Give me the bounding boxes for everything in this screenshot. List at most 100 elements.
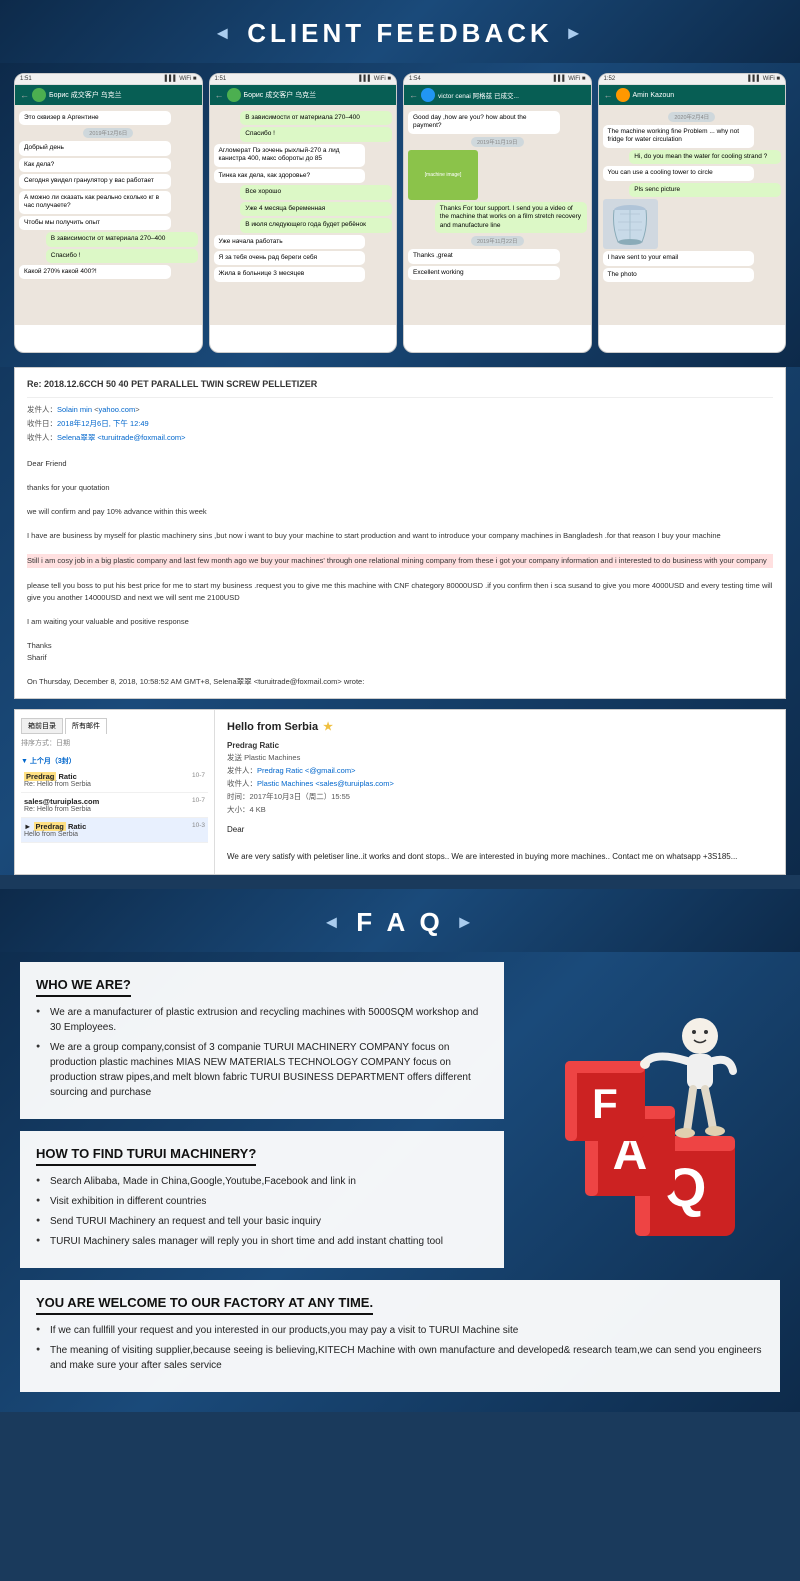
email-sort-label: 排序方式：日期 xyxy=(21,738,208,748)
list-item: Search Alibaba, Made in China,Google,You… xyxy=(36,1174,488,1189)
email-meta-date: 收件日：2018年12月6日, 下午 12:49 xyxy=(27,418,773,429)
status-bar-3: 1:54 ▌▌▌ WiFi ■ xyxy=(404,74,591,85)
phone-screenshots-row: 1:51 ▌▌▌ WiFi ■ ← Борис 成交客户 乌克兰 Это скв… xyxy=(0,63,800,367)
chat-msg: Это сквизер в Аргентине xyxy=(19,111,171,125)
email-list-tabs: 箱前目录 所有邮件 xyxy=(21,718,208,734)
chat-msg: В зависимости от материала 270–400 xyxy=(240,111,392,125)
chat-body-3: Good day ,how are you? how about the pay… xyxy=(404,105,591,325)
chat-msg: Чтобы мы получить опыт xyxy=(19,216,171,230)
faq-header: ◄ F A Q ► xyxy=(0,889,800,952)
tab-inbox[interactable]: 箱前目录 xyxy=(21,718,63,734)
phone-chat-1: 1:51 ▌▌▌ WiFi ■ ← Борис 成交客户 乌克兰 Это скв… xyxy=(14,73,203,353)
phone-chat-2: 1:51 ▌▌▌ WiFi ■ ← Борис 成交客户 乌克兰 В завис… xyxy=(209,73,398,353)
faq-welcome-list: If we can fullfill your request and you … xyxy=(36,1323,764,1373)
client-feedback-section: ◄ CLIENT FEEDBACK ► 1:51 ▌▌▌ WiFi ■ ← Бо… xyxy=(0,0,800,875)
contact-avatar-4 xyxy=(616,88,630,102)
chat-msg: Thanks For tour support. I send you a vi… xyxy=(435,202,587,233)
chat-msg: Спасибо ! xyxy=(240,127,392,141)
contact-avatar-1 xyxy=(32,88,46,102)
email-detail-from-name: Predrag Ratic xyxy=(227,741,773,750)
email-detail-size: 大小：4 KB xyxy=(227,804,773,815)
chat-date: 2019年12月6日 xyxy=(83,128,133,138)
chat-msg: Сегодня увидел гранулятор у вас работает xyxy=(19,174,171,188)
email-from: sales@turuiplas.com xyxy=(24,797,205,806)
chat-msg: Pls senc picture xyxy=(629,183,781,197)
email-date: 10-7 xyxy=(192,772,205,779)
faq-how-to-find: HOW TO FIND TURUI MACHINERY? Search Alib… xyxy=(20,1131,504,1268)
faq-figure: Q A F xyxy=(535,981,765,1261)
chat-msg: Excellent working xyxy=(408,266,560,280)
client-feedback-header: ◄ CLIENT FEEDBACK ► xyxy=(0,0,800,63)
email-1: Re: 2018.12.6CCH 50 40 PET PARALLEL TWIN… xyxy=(14,367,786,699)
chat-msg: Добрый день xyxy=(19,141,171,155)
faq-heading-welcome: YOU ARE WELCOME TO OUR FACTORY AT ANY TI… xyxy=(36,1295,373,1315)
chat-msg: Спасибо ! xyxy=(46,249,198,263)
email-subject-preview: Hello from Serbia xyxy=(24,831,205,838)
chat-msg: Thanks ,great xyxy=(408,249,560,263)
email-detail-subject: Hello from Serbia ★ xyxy=(227,720,773,733)
email-subject: Re: 2018.12.6CCH 50 40 PET PARALLEL TWIN… xyxy=(27,378,773,398)
faq-heading-how: HOW TO FIND TURUI MACHINERY? xyxy=(36,1146,256,1166)
chat-header-2: ← Борис 成交客户 乌克兰 xyxy=(210,85,397,105)
status-bar-1: 1:51 ▌▌▌ WiFi ■ xyxy=(15,74,202,85)
chat-msg: Все хорошо xyxy=(240,185,392,199)
right-chevron-icon: ► xyxy=(565,23,587,44)
status-bar-2: 1:51 ▌▌▌ WiFi ■ xyxy=(210,74,397,85)
star-icon: ★ xyxy=(323,720,333,733)
chat-msg: Good day ,how are you? how about the pay… xyxy=(408,111,560,134)
chat-date: 2019年11月19日 xyxy=(471,137,524,147)
chat-header-1: ← Борис 成交客户 乌克兰 xyxy=(15,85,202,105)
email-detail-from-address: 发件人：Predrag Ratic <@gmail.com> xyxy=(227,765,773,776)
chat-msg: Жила в больнице 3 месяцев xyxy=(214,267,366,281)
email-from: ► Predrag Ratic xyxy=(24,822,205,831)
chat-msg: Уже начала работать xyxy=(214,235,366,249)
email-detail-body: Dear We are very satisfy with peletiser … xyxy=(227,823,773,864)
left-chevron-icon: ◄ xyxy=(213,23,235,44)
chat-image: [machine image] xyxy=(408,150,478,200)
client-feedback-title: CLIENT FEEDBACK xyxy=(247,18,553,49)
contact-avatar-3 xyxy=(421,88,435,102)
faq-who-list: We are a manufacturer of plastic extrusi… xyxy=(36,1005,488,1100)
email-detail-from-title: 发送 Plastic Machines xyxy=(227,752,773,763)
email-body: Dear Friend thanks for your quotation we… xyxy=(27,458,773,688)
faq-text-column: WHO WE ARE? We are a manufacturer of pla… xyxy=(20,962,504,1280)
chat-header-4: ← Amin Kazoun xyxy=(599,85,786,105)
list-item: The meaning of visiting supplier,because… xyxy=(36,1343,764,1373)
chat-msg: Какой 270% какой 400?! xyxy=(19,265,171,279)
chat-date: 2019年11月22日 xyxy=(471,236,524,246)
chat-msg: А можно ли сказать как реально сколько к… xyxy=(19,191,171,214)
chat-msg: В зависимости от материала 270–400 xyxy=(46,232,198,246)
tab-all-mail[interactable]: 所有邮件 xyxy=(65,718,107,734)
chat-body-4: 2020年2月4日 The machine working fine Probl… xyxy=(599,105,786,325)
email-meta-from: 发件人：Solain min <yahoo.com> xyxy=(27,404,773,415)
chat-msg: Hi, do you mean the water for cooling st… xyxy=(629,150,781,164)
chat-msg: Агломерат Пэ зочень рыхлый-270 а лид кан… xyxy=(214,144,366,167)
chat-date: 2020年2月4日 xyxy=(668,112,715,122)
chat-msg: The photo xyxy=(603,268,755,282)
list-item: Visit exhibition in different countries xyxy=(36,1194,488,1209)
faq-figure-column: Q A F xyxy=(520,962,780,1280)
chat-body-1: Это сквизер в Аргентине 2019年12月6日 Добры… xyxy=(15,105,202,325)
email-detail-panel: Hello from Serbia ★ Predrag Ratic 发送 Pla… xyxy=(215,710,785,874)
chat-msg: В июля следующего года будет ребёнок xyxy=(240,218,392,232)
list-item[interactable]: 10-7 sales@turuiplas.com Re: Hello from … xyxy=(21,793,208,818)
faq-welcome-section: YOU ARE WELCOME TO OUR FACTORY AT ANY TI… xyxy=(20,1280,780,1392)
email-date: 10-3 xyxy=(192,822,205,829)
email-meta-to: 收件人：Selena翠翠 <turuitrade@foxmail.com> xyxy=(27,432,773,443)
list-item: TURUI Machinery sales manager will reply… xyxy=(36,1234,488,1249)
email-subject-preview: Re: Hello from Serbia xyxy=(24,781,205,788)
email-from: Predrag Ratic xyxy=(24,772,205,781)
chat-msg: Тинка как дела, как здоровье? xyxy=(214,169,366,183)
faq-right-chevron-icon: ► xyxy=(456,912,478,933)
list-item[interactable]: 10-3 ► Predrag Ratic Hello from Serbia xyxy=(21,818,208,843)
chat-msg: Уже 4 месяца беременная xyxy=(240,202,392,216)
serbia-email-container: 箱前目录 所有邮件 排序方式：日期 ▼ 上个月（3封） 10-7 Predrag… xyxy=(14,709,786,875)
contact-avatar-2 xyxy=(227,88,241,102)
faq-title: F A Q xyxy=(356,907,443,938)
email-list-panel: 箱前目录 所有邮件 排序方式：日期 ▼ 上个月（3封） 10-7 Predrag… xyxy=(15,710,215,874)
list-item[interactable]: 10-7 Predrag Ratic Re: Hello from Serbia xyxy=(21,768,208,793)
list-item: We are a group company,consist of 3 comp… xyxy=(36,1040,488,1100)
chat-header-3: ← victor cenai 阿格兹 已成交... xyxy=(404,85,591,105)
chat-msg: The machine working fine Problem ... why… xyxy=(603,125,755,148)
faq-left-chevron-icon: ◄ xyxy=(322,912,344,933)
